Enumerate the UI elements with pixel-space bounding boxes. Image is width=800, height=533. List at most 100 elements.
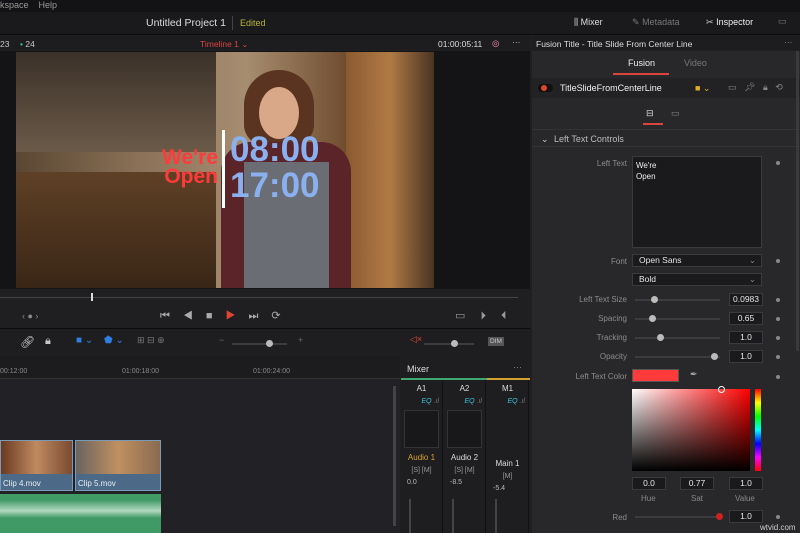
zoom-out-icon[interactable]: − (219, 335, 224, 345)
more-options-icon[interactable]: ··· (512, 37, 521, 47)
param-slider[interactable] (635, 334, 720, 341)
zoom-in-icon[interactable]: + (298, 335, 303, 345)
mixer-button[interactable]: ⫼ Mixer (574, 17, 603, 28)
metadata-button[interactable]: ✎ Metadata (632, 17, 680, 28)
eq-button[interactable]: EQ .ıl (401, 398, 442, 405)
eyedropper-icon[interactable]: ✒ (690, 369, 698, 380)
fullscreen-icon[interactable]: ▭ (778, 16, 787, 27)
header-bar: Untitled Project 1 Edited ⫼ Mixer ✎ Meta… (0, 12, 800, 35)
param-slider[interactable] (635, 353, 720, 360)
audio-clip[interactable] (0, 494, 161, 533)
param-value[interactable]: 1.0 (729, 331, 763, 344)
reverse-icon[interactable]: ◀ (183, 310, 193, 322)
param-value[interactable]: 0.0983 (729, 293, 763, 306)
next-frame-icon[interactable]: ⏵ (480, 310, 486, 322)
lock-icon[interactable]: 🔒︎ (763, 82, 768, 92)
mixer-more-icon[interactable]: ··· (513, 362, 522, 372)
metadata-icon: ✎ (632, 17, 640, 27)
keyframe-icon[interactable] (776, 375, 780, 379)
go-to-end-icon[interactable]: ⏭ (248, 310, 258, 322)
eq-button[interactable]: EQ .ıl (487, 398, 528, 405)
param-slider[interactable] (635, 315, 720, 322)
keyframe-icon[interactable] (776, 161, 780, 165)
go-to-start-icon[interactable]: ⏮ (160, 310, 170, 322)
param-slider[interactable] (635, 296, 720, 303)
menu-help[interactable]: Help (39, 0, 58, 10)
inspector-button[interactable]: ✂ Inspector (706, 17, 753, 28)
eq-button[interactable]: EQ .ıl (444, 398, 485, 405)
video-clip[interactable]: Clip 4.mov (0, 440, 73, 491)
link-icon[interactable]: 🔗︎ (20, 335, 35, 349)
dim-button[interactable]: DIM (488, 337, 504, 346)
playhead[interactable] (91, 293, 93, 301)
video-clip[interactable]: Clip 5.mov (75, 440, 161, 491)
tab-fusion[interactable]: Fusion (628, 58, 655, 68)
tab-video[interactable]: Video (684, 58, 707, 68)
red-field[interactable]: 1.0 (729, 510, 763, 523)
timeline[interactable]: 00:12:00 01:00:18:00 01:00:24:00 Clip 4.… (0, 356, 400, 533)
loop-icon[interactable]: ⟳ (271, 310, 280, 322)
left-text-label: Left Text (596, 159, 627, 168)
solo-mute-buttons[interactable]: [S] [M] (401, 467, 442, 474)
hue-field[interactable]: 0.0 (632, 477, 666, 490)
mixer-panel: Mixer ··· A1 EQ .ıl Audio 1 [S] [M] 0.0 … (401, 356, 530, 533)
inspector-scrollbar[interactable] (796, 51, 799, 351)
keyframe-icon[interactable] (776, 259, 780, 263)
font-style-select[interactable]: Bold ⌄ (632, 273, 762, 286)
video-preview[interactable]: We're Open 08:00 17:00 (16, 52, 434, 288)
marker-nav[interactable]: ‹ ● › (22, 311, 38, 321)
keyframe-icon[interactable] (776, 336, 780, 340)
settings-icon[interactable]: ▭ (671, 108, 680, 119)
node-name: TitleSlideFromCenterLine (560, 83, 662, 93)
zoom-tools[interactable]: ⊞ ⊟ ⊕ (137, 335, 165, 346)
font-select[interactable]: Open Sans ⌄ (632, 254, 762, 267)
channel-fader[interactable] (409, 499, 411, 533)
pin-icon[interactable]: 📌︎ (744, 82, 755, 92)
match-frame-icon[interactable]: ▭ (455, 310, 465, 322)
timeline-scrollbar[interactable] (393, 386, 396, 526)
channel-fader[interactable] (495, 499, 497, 533)
hue-slider[interactable] (755, 389, 761, 471)
mixer-channel: M1 EQ .ıl Main 1 [M] -5.4 (487, 381, 529, 533)
keyframe-icon[interactable] (776, 298, 780, 302)
solo-mute-buttons[interactable]: [S] [M] (444, 467, 485, 474)
color-wheel-icon[interactable]: ◎ (492, 38, 499, 49)
menu-workspace[interactable]: kspace (0, 0, 29, 10)
color-picker-area[interactable] (632, 386, 750, 471)
left-text-input[interactable]: We're Open (632, 156, 762, 248)
zoom-slider[interactable] (232, 340, 287, 347)
channel-id: A2 (459, 384, 470, 393)
keyframe-icon[interactable] (776, 515, 780, 519)
copy-icon[interactable]: ▭ (728, 82, 737, 92)
ruler-tick: 01:00:24:00 (253, 368, 290, 375)
sat-field[interactable]: 0.77 (680, 477, 714, 490)
channel-fader[interactable] (452, 499, 454, 533)
node-enable-toggle[interactable] (538, 84, 553, 92)
timeline-selector[interactable]: Timeline 1 ⌄ (200, 39, 248, 50)
scrubber[interactable] (0, 297, 518, 298)
timeline-ruler[interactable]: 00:12:00 01:00:18:00 01:00:24:00 (0, 356, 400, 379)
param-value[interactable]: 1.0 (729, 350, 763, 363)
mute-icon[interactable]: ◁× (410, 334, 422, 345)
keyframe-icon[interactable] (776, 317, 780, 321)
value-field[interactable]: 1.0 (729, 477, 763, 490)
lock-icon[interactable]: 🔒︎ (45, 335, 51, 348)
controls-icon[interactable]: ⊟ (646, 108, 654, 119)
flag-icon[interactable]: ■ ⌄ (76, 335, 93, 346)
reset-icon[interactable]: ⟲ (775, 82, 783, 92)
play-icon[interactable]: ▶ (226, 310, 236, 322)
param-value[interactable]: 0.65 (729, 312, 763, 325)
color-swatch[interactable] (632, 369, 679, 382)
mixer-icon: ⫼ (574, 17, 579, 27)
param-label: Tracking (596, 333, 627, 342)
inspector-more-icon[interactable]: ··· (784, 37, 793, 47)
node-color-selector[interactable]: ■ ⌄ (695, 83, 710, 94)
stop-icon[interactable]: ■ (206, 310, 213, 322)
section-left-text-controls[interactable]: ⌄ Left Text Controls (532, 129, 800, 147)
volume-slider[interactable] (424, 340, 474, 347)
marker-icon[interactable]: ⬟ ⌄ (104, 335, 124, 346)
prev-edit-icon[interactable]: ⏴ (501, 310, 507, 322)
red-slider[interactable] (635, 513, 723, 520)
keyframe-icon[interactable] (776, 355, 780, 359)
solo-mute-buttons[interactable]: [M] (487, 473, 528, 480)
